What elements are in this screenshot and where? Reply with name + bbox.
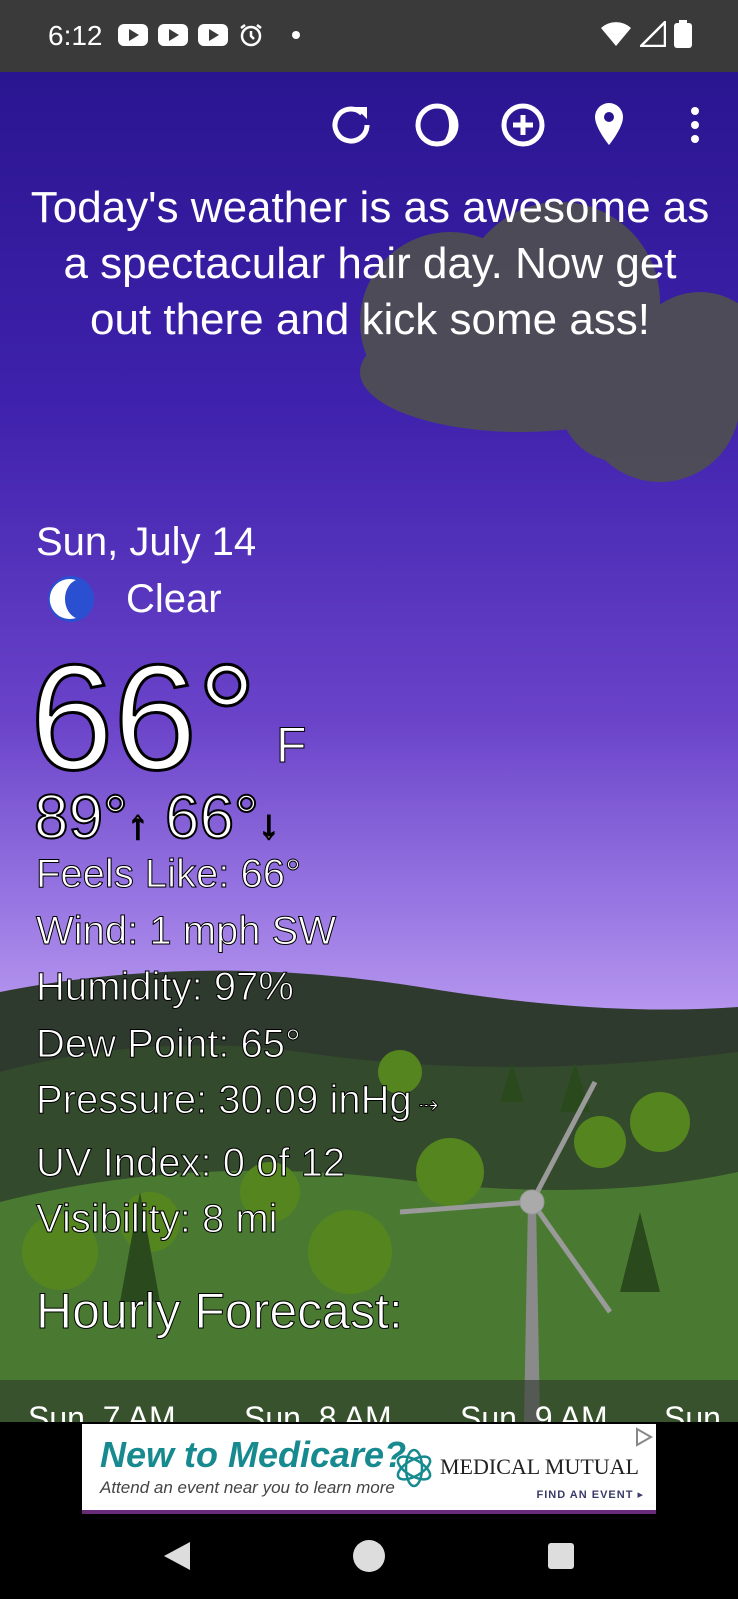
back-button[interactable] [152,1531,202,1581]
temperature-unit: F [276,717,308,774]
more-vert-icon [691,107,699,143]
recents-button[interactable] [536,1531,586,1581]
navigation-bar [0,1515,738,1599]
pressure-value: Pressure: 30.09 inHg [36,1078,413,1123]
brand-logo-icon [396,1448,432,1488]
low-temp: 66° [164,782,260,853]
moon-phase-button[interactable] [394,100,480,150]
alarm-icon [240,24,262,47]
ad-cta-text: FIND AN EVENT [536,1489,634,1501]
dot-icon [292,31,300,39]
ad-brand: MEDICAL MUTUAL [440,1454,639,1479]
hourly-item[interactable]: Sun, 8 AM [244,1400,392,1422]
toolbar [308,100,738,150]
hourly-forecast-list[interactable]: Sun, 7 AM Sun, 8 AM Sun, 9 AM Sun [0,1380,738,1422]
youtube-icon [118,24,148,46]
hourly-item[interactable]: Sun [664,1400,721,1422]
battery-icon [674,20,692,48]
moon-icon [48,576,94,622]
ad-banner[interactable]: New to Medicare? Attend an event near yo… [82,1424,656,1514]
more-options-button[interactable] [652,100,738,150]
ad-choices-icon[interactable] [632,1426,654,1448]
ad-subtitle: Attend an event near you to learn more [100,1478,395,1497]
current-date: Sun, July 14 [36,520,257,564]
youtube-icon [158,24,188,46]
condition-text: Clear [126,576,222,621]
hourly-forecast-title: Hourly Forecast: [36,1283,404,1340]
notification-icons [118,22,300,48]
hourly-item[interactable]: Sun, 9 AM [460,1400,608,1422]
dew-point: Dew Point: 65° [36,1021,302,1066]
ad-cta-link[interactable]: FIND AN EVENT ▸ [536,1488,644,1501]
up-arrow-icon: ↑ [127,802,149,848]
add-location-button[interactable] [480,100,566,150]
humidity: Humidity: 97% [36,965,295,1010]
wifi-icon [601,22,631,46]
current-temperature: 66° [29,633,259,801]
visibility: Visibility: 8 mi [36,1197,279,1242]
home-button[interactable] [344,1531,394,1581]
hourly-item[interactable]: Sun, 7 AM [28,1400,176,1422]
weather-details: Feels Like: 66° Wind: 1 mph SW Humidity:… [36,846,440,1248]
location-pin-icon [595,103,623,145]
feels-like: Feels Like: 66° [36,852,302,897]
home-icon [353,1540,385,1572]
location-button[interactable] [566,100,652,150]
signal-icon [640,21,666,47]
uv-index: UV Index: 0 of 12 [36,1140,346,1185]
weather-panel: Today's weather is as awesome as a spect… [0,72,738,1422]
pressure: Pressure: 30.09 inHg ⇢ [36,1072,440,1135]
weather-message: Today's weather is as awesome as a spect… [30,183,710,344]
high-low: 89°↑ 66°↓ [33,782,280,853]
back-icon [164,1542,190,1570]
refresh-button[interactable] [308,100,394,150]
current-condition: Clear [46,574,222,624]
youtube-icon [198,24,228,46]
status-time: 6:12 [48,20,103,51]
steady-arrow-icon: ⇢ [411,1092,439,1120]
recents-icon [548,1543,574,1569]
down-arrow-icon: ↓ [258,802,280,848]
system-icons [600,20,692,48]
high-temp: 89° [33,782,129,853]
status-bar: 6:12 [0,0,738,72]
wind: Wind: 1 mph SW [36,908,337,953]
moon-phase-icon [415,103,459,147]
ad-title: New to Medicare? [100,1434,407,1475]
add-location-icon [501,103,545,147]
refresh-icon [332,106,370,144]
